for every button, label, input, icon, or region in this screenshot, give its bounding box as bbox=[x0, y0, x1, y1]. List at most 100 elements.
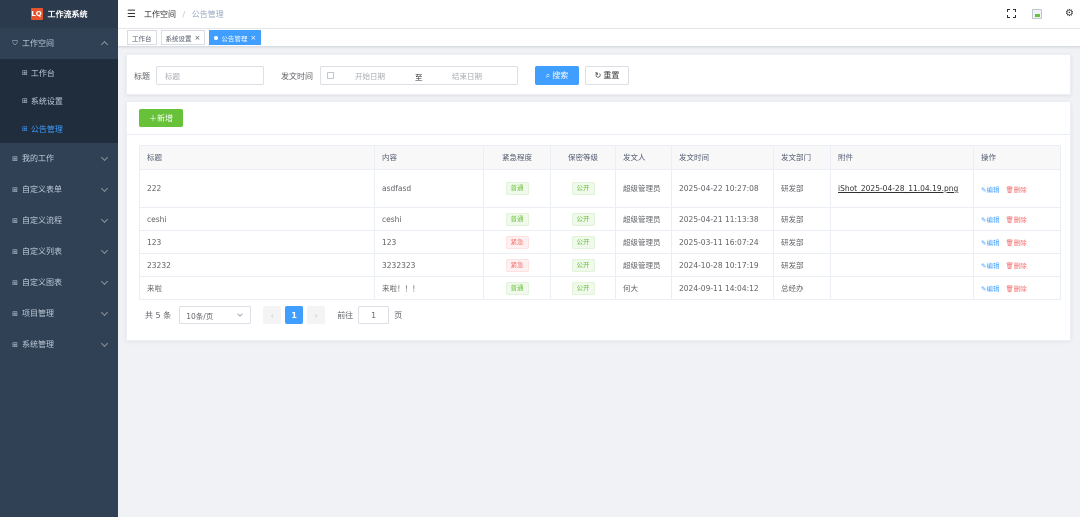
urgency-badge: 普通 bbox=[505, 212, 529, 226]
delete-button[interactable]: 🗑删除 bbox=[1005, 216, 1026, 224]
fullscreen-icon[interactable] bbox=[1007, 9, 1016, 18]
next-page-button[interactable]: › bbox=[307, 306, 326, 324]
cell-title: 来啦 bbox=[139, 276, 375, 300]
sidebar-group-workspace[interactable]: ⛉ 工作空间 bbox=[0, 28, 118, 59]
delete-label: 删除 bbox=[1013, 285, 1027, 293]
column-header: 保密等级 bbox=[550, 145, 616, 170]
sidebar-group-my-work[interactable]: ⊞ 我的工作 bbox=[0, 143, 118, 174]
date-range-input[interactable]: 开始日期 至 结束日期 bbox=[320, 66, 518, 85]
delete-button[interactable]: 🗑删除 bbox=[1005, 285, 1026, 293]
delete-button[interactable]: 🗑删除 bbox=[1005, 186, 1026, 194]
grid-icon: ⊞ bbox=[22, 125, 28, 133]
grid-icon: ⊞ bbox=[12, 309, 18, 318]
breadcrumb-current: 公告管理 bbox=[191, 9, 224, 19]
grid-icon: ⊞ bbox=[12, 247, 18, 256]
sidebar-item-announcements[interactable]: ⊞ 公告管理 bbox=[0, 115, 118, 143]
column-header: 发文时间 bbox=[671, 145, 774, 170]
page-number-button[interactable]: 1 bbox=[285, 306, 304, 324]
secrecy-badge: 公开 bbox=[571, 258, 595, 272]
delete-label: 删除 bbox=[1013, 262, 1027, 270]
cell-title: ceshi bbox=[139, 207, 375, 231]
cell-dept: 研发部 bbox=[773, 230, 831, 254]
column-header: 内容 bbox=[374, 145, 484, 170]
chevron-down-icon bbox=[100, 339, 109, 348]
grid-icon: ⊞ bbox=[12, 185, 18, 194]
sidebar-group-label: 自定义列表 bbox=[22, 247, 62, 256]
grid-icon: ⊞ bbox=[12, 216, 18, 225]
title-input[interactable]: 标题 bbox=[156, 66, 264, 85]
cell-attachment bbox=[830, 230, 974, 254]
chevron-down-icon bbox=[100, 184, 109, 193]
sidebar-item-system-settings[interactable]: ⊞ 系统设置 bbox=[0, 87, 118, 115]
search-button[interactable]: ⌕ 搜索 bbox=[535, 66, 579, 85]
edit-button[interactable]: ✎编辑 bbox=[981, 239, 999, 247]
app-name: 工作流系统 bbox=[47, 9, 88, 19]
column-header: 标题 bbox=[139, 145, 375, 170]
grid-icon: ⊞ bbox=[22, 69, 28, 77]
gear-icon[interactable]: ⚙ bbox=[1065, 8, 1074, 19]
sidebar-group-custom-form[interactable]: ⊞ 自定义表单 bbox=[0, 174, 118, 205]
plus-icon: ＋ bbox=[149, 113, 157, 123]
page-size-select[interactable]: 10条/页 bbox=[179, 306, 252, 324]
sidebar-group-label: 系统管理 bbox=[22, 340, 54, 349]
chevron-down-icon bbox=[100, 277, 109, 286]
add-button[interactable]: ＋ 新增 bbox=[139, 109, 183, 127]
tag-label: 工作台 bbox=[132, 34, 152, 43]
cell-actions: ✎编辑 🗑删除 bbox=[973, 276, 1061, 300]
chevron-down-icon bbox=[100, 153, 109, 162]
edit-label: 编辑 bbox=[986, 262, 1000, 270]
edit-button[interactable]: ✎编辑 bbox=[981, 216, 999, 224]
reset-button[interactable]: ↻ 重置 bbox=[585, 66, 629, 85]
cell-author: 超级管理员 bbox=[615, 207, 672, 231]
cell-dept: 研发部 bbox=[773, 169, 831, 208]
jump-page-input[interactable]: 1 bbox=[358, 306, 390, 324]
chevron-down-icon bbox=[100, 308, 109, 317]
sidebar-group-custom-list[interactable]: ⊞ 自定义列表 bbox=[0, 236, 118, 267]
urgency-badge: 紧急 bbox=[505, 235, 529, 249]
cell-secrecy: 公开 bbox=[550, 276, 616, 300]
delete-button[interactable]: 🗑删除 bbox=[1005, 262, 1026, 270]
close-icon[interactable]: × bbox=[250, 34, 256, 42]
close-icon[interactable]: × bbox=[195, 34, 201, 42]
prev-page-button[interactable]: ‹ bbox=[263, 306, 282, 324]
sidebar-item-workbench[interactable]: ⊞ 工作台 bbox=[0, 59, 118, 87]
tag-system-settings[interactable]: 系统设置 × bbox=[160, 30, 206, 45]
submenu-workspace: ⊞ 工作台 ⊞ 系统设置 ⊞ 公告管理 bbox=[0, 59, 118, 143]
delete-button[interactable]: 🗑删除 bbox=[1005, 239, 1026, 247]
delete-label: 删除 bbox=[1013, 185, 1027, 194]
tag-announcements[interactable]: 公告管理 × bbox=[209, 30, 262, 45]
sidebar-group-custom-chart[interactable]: ⊞ 自定义图表 bbox=[0, 267, 118, 298]
cell-author: 超级管理员 bbox=[615, 230, 672, 254]
sidebar-group-system-admin[interactable]: ⊞ 系统管理 bbox=[0, 329, 118, 360]
cell-author: 超级管理员 bbox=[615, 169, 672, 208]
delete-label: 删除 bbox=[1013, 216, 1027, 224]
divider bbox=[127, 134, 1070, 135]
shield-icon: ⛉ bbox=[12, 39, 18, 47]
edit-button[interactable]: ✎编辑 bbox=[981, 262, 999, 270]
edit-button[interactable]: ✎编辑 bbox=[981, 285, 999, 293]
cell-content: 来啦！！！ bbox=[374, 276, 484, 300]
breadcrumb-separator: / bbox=[182, 9, 186, 19]
edit-button[interactable]: ✎编辑 bbox=[981, 186, 999, 194]
table-row: 来啦 来啦！！！ 普通 公开 何大 2024-09-11 14:04:12 总经办 ✎编辑 🗑删… bbox=[139, 276, 1061, 300]
edit-label: 编辑 bbox=[986, 285, 1000, 293]
sidebar-group-custom-flow[interactable]: ⊞ 自定义流程 bbox=[0, 205, 118, 236]
refresh-icon: ↻ bbox=[594, 71, 602, 80]
breadcrumb-item[interactable]: 工作空间 bbox=[144, 10, 176, 19]
app-logo[interactable]: LQ 工作流系统 bbox=[0, 0, 118, 28]
menu-fold-icon[interactable]: ☰ bbox=[127, 9, 136, 20]
secrecy-badge: 公开 bbox=[571, 281, 595, 295]
chevron-down-icon bbox=[100, 215, 109, 224]
tag-label: 公告管理 bbox=[221, 34, 248, 43]
cell-urgency: 普通 bbox=[483, 169, 551, 208]
cell-attachment: iShot_2025-04-28_11.04.19.png bbox=[830, 169, 974, 208]
tag-workbench[interactable]: 工作台 bbox=[127, 30, 157, 45]
trash-icon: 🗑 bbox=[1005, 262, 1014, 270]
attachment-link[interactable]: iShot_2025-04-28_11.04.19.png bbox=[838, 184, 958, 193]
table-row: 123 123 紧急 公开 超级管理员 2025-03-11 16:07:24 研发部 ✎编辑… bbox=[139, 230, 1061, 254]
title-label: 标题 bbox=[134, 72, 150, 81]
avatar[interactable] bbox=[1032, 9, 1042, 19]
sidebar-group-project[interactable]: ⊞ 项目管理 bbox=[0, 298, 118, 329]
urgency-badge: 普通 bbox=[505, 281, 529, 295]
secrecy-badge: 公开 bbox=[571, 212, 595, 226]
